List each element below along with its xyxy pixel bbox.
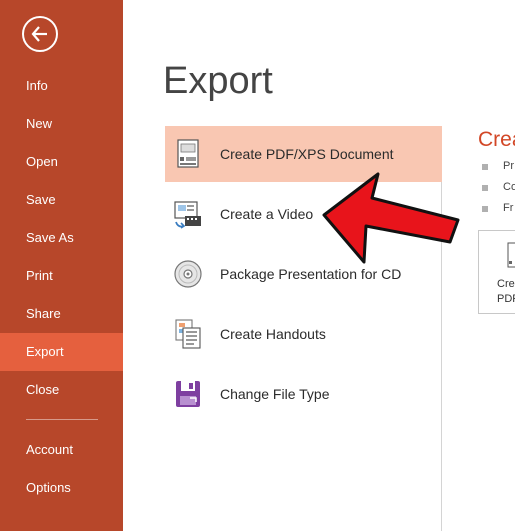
nav-item-save-as[interactable]: Save As (0, 219, 123, 257)
option-label: Create a Video (220, 206, 314, 222)
bullet-text: Co (503, 181, 515, 193)
export-option-create-handouts[interactable]: Create Handouts (165, 306, 442, 362)
nav-item-new[interactable]: New (0, 105, 123, 143)
backstage-sidebar: Info New Open Save Save As Print Share E… (0, 0, 123, 531)
nav-item-info[interactable]: Info (0, 67, 123, 105)
nav-item-open[interactable]: Open (0, 143, 123, 181)
page-title: Export (163, 60, 273, 102)
nav-item-export[interactable]: Export (0, 333, 123, 371)
nav-item-options[interactable]: Options (0, 469, 123, 507)
nav-item-share[interactable]: Share (0, 295, 123, 333)
nav-divider (26, 419, 98, 420)
handouts-icon (172, 318, 204, 350)
option-label: Change File Type (220, 386, 330, 402)
nav-item-print[interactable]: Print (0, 257, 123, 295)
back-arrow-icon[interactable] (22, 16, 58, 52)
button-line-1: Cre (497, 278, 515, 290)
detail-title: Crea (478, 128, 515, 151)
bullet-text: Fr (503, 202, 514, 214)
bullet-marker (482, 185, 488, 191)
nav-item-save[interactable]: Save (0, 181, 123, 219)
video-icon (172, 198, 204, 230)
option-label: Create Handouts (220, 326, 326, 342)
pdf-document-icon (507, 241, 515, 276)
pdf-document-icon (172, 138, 204, 170)
create-pdf-button-label: Cre PDF (497, 277, 515, 307)
bullet-marker (482, 164, 488, 170)
cd-icon (172, 258, 204, 290)
create-pdf-button[interactable]: Cre PDF (478, 230, 515, 314)
bullet-text: Pr (503, 160, 514, 172)
export-option-change-file-type[interactable]: Change File Type (165, 366, 442, 422)
file-type-icon (172, 378, 204, 410)
nav-item-close[interactable]: Close (0, 371, 123, 409)
bullet-marker (482, 206, 488, 212)
button-line-2: PDF (497, 293, 515, 305)
nav-item-account[interactable]: Account (0, 431, 123, 469)
red-annotation-arrow (322, 172, 460, 264)
